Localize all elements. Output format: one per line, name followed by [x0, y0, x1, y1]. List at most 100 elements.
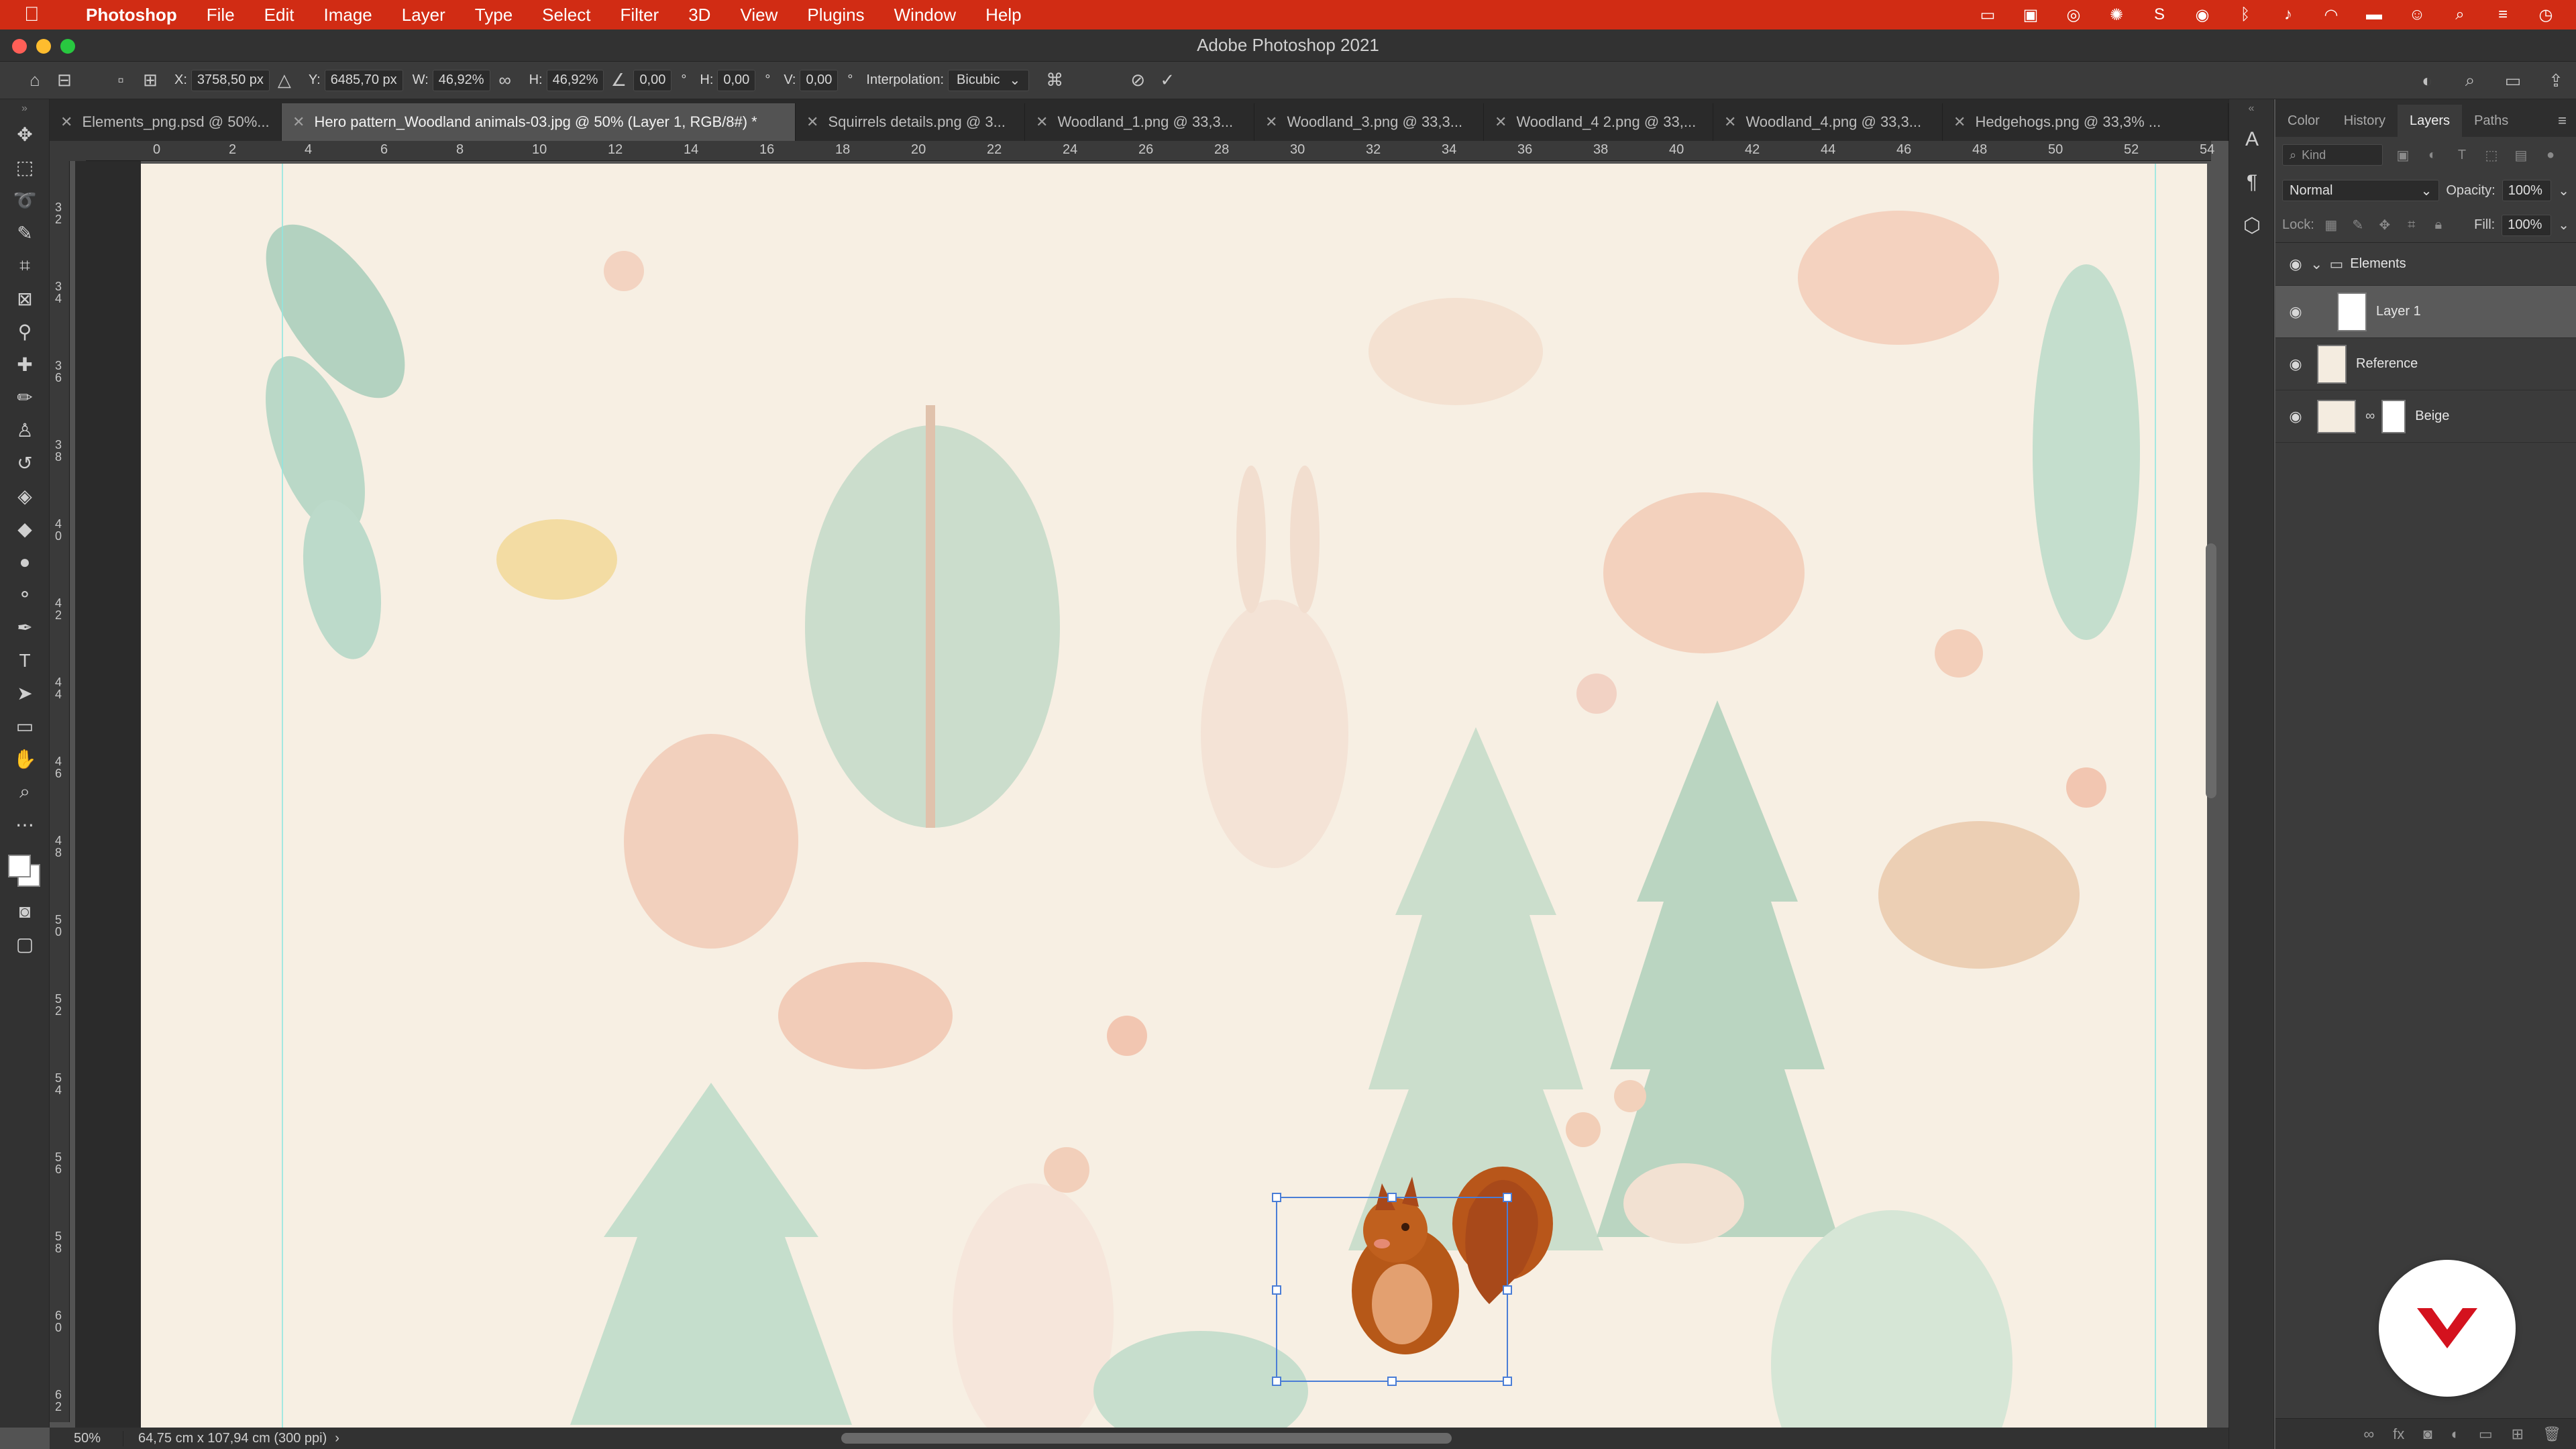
x-position-field[interactable]: 3758,50 px [191, 69, 270, 91]
filter-smart-object-icon[interactable]: ▤ [2512, 146, 2530, 164]
skype-icon[interactable]: S [2149, 5, 2169, 25]
interpolation-select[interactable]: Bicubic ⌄ [948, 69, 1030, 91]
clock-icon[interactable]: ◷ [2536, 5, 2556, 25]
width-field[interactable]: 46,92% [432, 69, 490, 91]
frame-icon[interactable]: ⊠ [0, 282, 50, 315]
share-icon[interactable]: ◐ [2414, 67, 2440, 94]
filter-type-icon[interactable]: T [2453, 146, 2471, 164]
panel-grip-icon[interactable]: » [0, 99, 49, 118]
chevron-down-icon[interactable]: ⌄ [2558, 217, 2569, 233]
v-skew-field[interactable]: 0,00 [800, 69, 839, 91]
type-icon[interactable]: T [0, 644, 50, 677]
transform-handle-top-right[interactable] [1503, 1193, 1512, 1202]
transform-handle-bottom-left[interactable] [1272, 1377, 1281, 1386]
zoom-icon[interactable]: ⌕ [0, 775, 50, 808]
menu-app-photoshop[interactable]: Photoshop [71, 5, 192, 25]
volume-icon[interactable]: ♪ [2278, 5, 2298, 25]
y-position-field[interactable]: 6485,70 px [324, 69, 403, 91]
transform-handle-right[interactable] [1503, 1285, 1512, 1295]
menu-select[interactable]: Select [527, 5, 605, 25]
bluetooth-icon[interactable]: ᛒ [2235, 5, 2255, 25]
layer-name[interactable]: Reference [2356, 356, 2418, 372]
lock-position-icon[interactable]: ✥ [2375, 215, 2395, 235]
transform-handle-top[interactable] [1387, 1193, 1397, 1202]
close-icon[interactable]: ✕ [1724, 113, 1736, 131]
search-icon[interactable]: ⌕ [2457, 67, 2483, 94]
free-transform-box[interactable] [1272, 1193, 1512, 1386]
move-icon[interactable]: ✥ [0, 118, 50, 151]
history-brush-icon[interactable]: ↺ [0, 447, 50, 480]
menu-3d[interactable]: 3D [674, 5, 725, 25]
clone-stamp-icon[interactable]: ♙ [0, 414, 50, 447]
link-icon[interactable]: ∞ [490, 67, 520, 94]
tab-woodland-1[interactable]: ✕ Woodland_1.png @ 33,3... [1025, 103, 1254, 141]
close-icon[interactable]: ✕ [1265, 113, 1277, 131]
document-canvas[interactable] [141, 164, 2207, 1428]
cancel-transform-icon[interactable]: ⊘ [1123, 67, 1152, 94]
close-icon[interactable]: ✕ [1036, 113, 1048, 131]
user-icon[interactable]: ☺ [2407, 5, 2427, 25]
more-tools-icon[interactable]: ⋯ [0, 808, 50, 841]
guide-line[interactable] [282, 164, 283, 1428]
creative-cloud-icon[interactable]: ◎ [2063, 5, 2084, 25]
control-center-icon[interactable]: ≡ [2493, 5, 2513, 25]
eyedropper-icon[interactable]: ⚲ [0, 315, 50, 348]
close-icon[interactable]: ✕ [806, 113, 818, 131]
tab-woodland-4[interactable]: ✕ Woodland_4.png @ 33,3... [1713, 103, 1943, 141]
pen-icon[interactable]: ✒ [0, 611, 50, 644]
adjustment-layer-icon[interactable]: ◐ [2451, 1426, 2460, 1443]
vertical-ruler[interactable]: 32343638404244464850525456586062 [50, 161, 70, 1422]
blur-icon[interactable]: ● [0, 545, 50, 578]
tab-squirrels-details[interactable]: ✕ Squirrels details.png @ 3... [796, 103, 1025, 141]
rectangle-icon[interactable]: ▭ [0, 710, 50, 743]
zoom-level[interactable]: 50% [50, 1430, 123, 1446]
filter-shape-icon[interactable]: ⬚ [2482, 146, 2501, 164]
home-icon[interactable]: ⌂ [20, 67, 50, 94]
transform-handle-bottom[interactable] [1387, 1377, 1397, 1386]
warp-mode-icon[interactable]: ⌘ [1040, 67, 1069, 94]
lock-all-icon[interactable]: 🔒︎ [2428, 215, 2449, 235]
tab-history[interactable]: History [2332, 105, 2398, 137]
close-icon[interactable]: ✕ [292, 113, 305, 131]
reference-point-icon[interactable]: ▫ [106, 67, 136, 94]
height-field[interactable]: 46,92% [546, 69, 604, 91]
3d-panel-icon[interactable]: ⬡ [2229, 204, 2275, 247]
screen-mode-icon[interactable]: ▢ [0, 928, 50, 961]
link-layers-icon[interactable]: ∞ [2363, 1426, 2374, 1443]
document-info[interactable]: 64,75 cm x 107,94 cm (300 ppi) [123, 1431, 327, 1446]
chevron-down-icon[interactable]: ⌄ [2558, 182, 2569, 199]
tab-hedgehogs[interactable]: ✕ Hedgehogs.png @ 33,3% ... [1943, 103, 2229, 141]
dodge-icon[interactable]: ⚬ [0, 578, 50, 611]
close-icon[interactable]: ✕ [60, 113, 72, 131]
reference-grid-icon[interactable]: ⊞ [136, 67, 165, 94]
flag-icon[interactable]: ▬ [2364, 5, 2384, 25]
menu-file[interactable]: File [192, 5, 250, 25]
relative-position-icon[interactable]: △ [270, 67, 299, 94]
eraser-icon[interactable]: ◈ [0, 480, 50, 513]
transform-handle-bottom-right[interactable] [1503, 1377, 1512, 1386]
tab-paths[interactable]: Paths [2462, 105, 2520, 137]
filter-adjustment-icon[interactable]: ◐ [2423, 146, 2442, 164]
h-skew-field[interactable]: 0,00 [717, 69, 756, 91]
menu-image[interactable]: Image [309, 5, 386, 25]
notification-icon[interactable]: ✺ [2106, 5, 2127, 25]
horizontal-ruler[interactable]: 0 2 4 6 8 10 12 14 16 18 20 22 24 26 28 30 32 34 36 38 40 42 4… [86, 141, 2214, 161]
paint-bucket-icon[interactable]: ◆ [0, 513, 50, 545]
horizontal-scrollbar[interactable] [841, 1433, 1452, 1444]
quick-mask-icon[interactable]: ◙ [0, 895, 50, 928]
marquee-icon[interactable]: ⬚ [0, 151, 50, 184]
paragraph-panel-icon[interactable]: ¶ [2229, 161, 2275, 204]
foreground-color-swatch[interactable] [8, 855, 31, 877]
layer-row-elements[interactable]: ◉ ⌄ ▭ Elements [2275, 243, 2576, 286]
close-icon[interactable]: ✕ [1953, 113, 1966, 131]
tool-preset-icon[interactable]: ⊟ [50, 67, 79, 94]
transform-handle-left[interactable] [1272, 1285, 1281, 1295]
menu-type[interactable]: Type [460, 5, 527, 25]
search-icon[interactable]: ⌕ [2450, 5, 2470, 25]
filter-toggle-icon[interactable]: ● [2541, 146, 2560, 164]
new-layer-icon[interactable]: ⊞ [2512, 1426, 2524, 1443]
layer-row-layer-1[interactable]: ◉ Layer 1 [2275, 286, 2576, 338]
panel-menu-icon[interactable]: ≡ [2548, 105, 2576, 137]
screen-mirror-icon[interactable]: ▭ [1978, 5, 1998, 25]
chevron-right-icon[interactable]: › [335, 1431, 339, 1446]
